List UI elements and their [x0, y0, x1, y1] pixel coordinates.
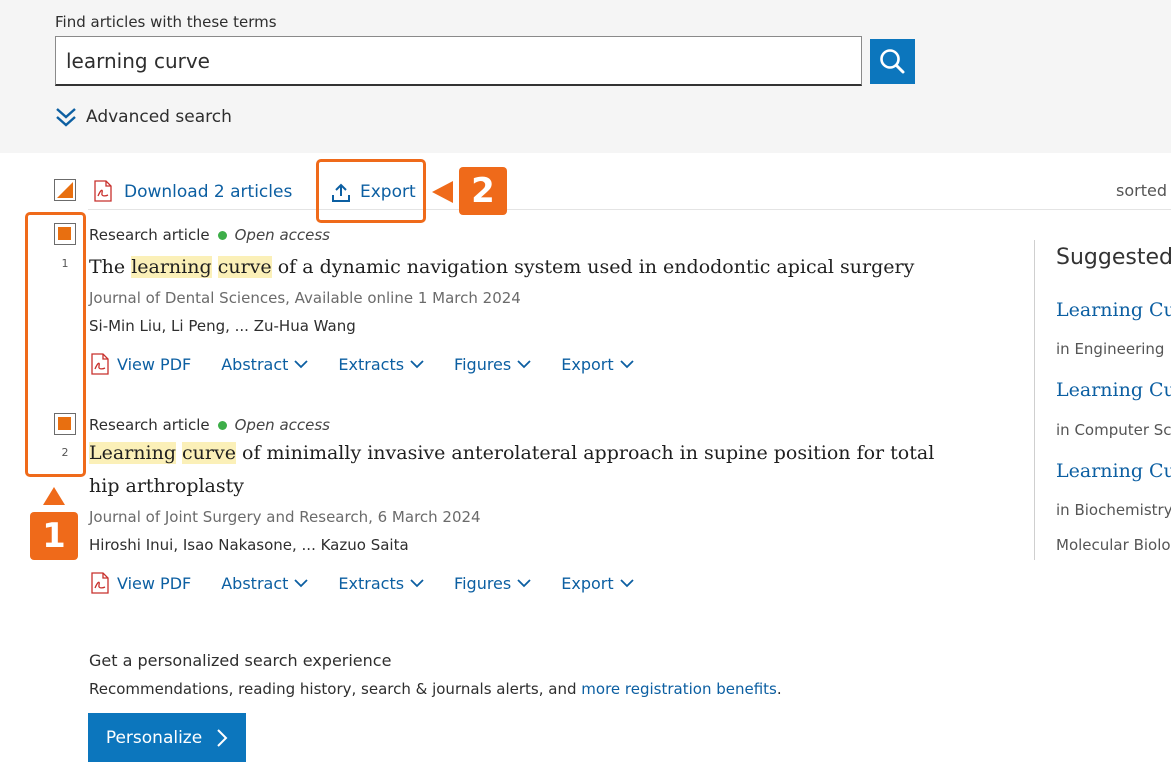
result-journal[interactable]: Journal of Joint Surgery and Research, 6… — [89, 508, 481, 526]
chevron-down-icon — [619, 579, 634, 588]
title-text — [212, 256, 218, 278]
chevron-right-icon — [217, 728, 228, 747]
figures-toggle[interactable]: Figures — [454, 355, 531, 374]
view-pdf-label: View PDF — [117, 573, 192, 593]
view-pdf-link[interactable]: View PDF — [89, 572, 191, 594]
chevron-down-icon — [410, 579, 424, 588]
suggested-topic-category: in Computer Sci — [1056, 421, 1171, 439]
article-type: Research article — [89, 416, 210, 434]
double-chevron-down-icon[interactable] — [55, 106, 77, 128]
figures-label: Figures — [454, 573, 512, 593]
search-input[interactable] — [55, 36, 862, 86]
result-authors: Si-Min Liu, Li Peng, ... Zu-Hua Wang — [89, 317, 356, 335]
view-pdf-link[interactable]: View PDF — [89, 353, 191, 375]
result-meta: Research article Open access — [89, 226, 330, 244]
search-label: Find articles with these terms — [55, 13, 277, 31]
result-title[interactable]: The learning curve of a dynamic navigati… — [89, 251, 989, 284]
suggested-topic-link[interactable]: Learning Cur — [1056, 460, 1171, 482]
title-highlight: curve — [217, 256, 272, 278]
result-actions: View PDF Abstract Extracts Figures Expor… — [89, 353, 664, 375]
personalize-text-end: . — [776, 680, 782, 698]
abstract-label: Abstract — [221, 354, 289, 374]
result-meta: Research article Open access — [89, 416, 330, 434]
pdf-icon — [91, 353, 109, 375]
export-label: Export — [561, 354, 614, 374]
extracts-toggle[interactable]: Extracts — [338, 355, 424, 374]
article-type: Research article — [89, 226, 210, 244]
suggested-topic-category: in Biochemistry, — [1056, 501, 1171, 519]
title-highlight: Learning — [89, 442, 176, 464]
sidebar-divider — [1034, 240, 1035, 560]
personalize-description: Recommendations, reading history, search… — [89, 680, 582, 698]
export-toggle[interactable]: Export — [561, 354, 634, 374]
callout-badge-2: 2 — [459, 167, 507, 215]
result-journal[interactable]: Journal of Dental Sciences, Available on… — [89, 289, 521, 307]
pdf-icon — [91, 572, 109, 594]
result-checkbox[interactable] — [54, 223, 76, 245]
open-access-label: Open access — [234, 226, 331, 244]
title-text: The — [89, 256, 132, 278]
callout-arrow-left — [432, 181, 453, 203]
abstract-toggle[interactable]: Abstract — [221, 354, 309, 374]
result-actions: View PDF Abstract Extracts Figures Expor… — [89, 572, 664, 594]
abstract-toggle[interactable]: Abstract — [221, 573, 309, 593]
chevron-down-icon — [410, 360, 424, 369]
chevron-down-icon — [294, 579, 309, 588]
toolbar-divider — [88, 209, 1171, 210]
suggested-topic-link[interactable]: Learning Cur — [1056, 299, 1171, 321]
open-access-dot-icon — [217, 420, 227, 430]
view-pdf-label: View PDF — [117, 354, 192, 374]
result-title[interactable]: Learning curve of minimally invasive ant… — [89, 437, 949, 503]
registration-benefits-link[interactable]: more registration benefits — [581, 680, 777, 698]
title-text: of a dynamic navigation system used in e… — [271, 256, 915, 278]
pdf-icon[interactable] — [92, 180, 114, 202]
extracts-toggle[interactable]: Extracts — [338, 574, 424, 593]
sort-label[interactable]: sorted — [1116, 181, 1167, 200]
suggested-topic-category: Molecular Biolo — [1056, 536, 1171, 554]
export-callout-frame — [316, 159, 426, 223]
advanced-search-link[interactable]: Advanced search — [86, 107, 232, 127]
select-all-checkbox[interactable] — [54, 179, 76, 201]
abstract-label: Abstract — [221, 573, 289, 593]
download-articles-link[interactable]: Download 2 articles — [124, 182, 292, 202]
suggested-topic-category: in Engineering — [1056, 340, 1165, 358]
title-highlight: learning — [131, 256, 212, 278]
result-number: 1 — [61, 257, 69, 270]
chevron-down-icon — [619, 360, 634, 369]
extracts-label: Extracts — [338, 354, 405, 374]
search-button[interactable] — [870, 39, 915, 84]
checkbox-checked-mark — [58, 417, 71, 430]
title-highlight: curve — [182, 442, 236, 464]
personalize-heading: Get a personalized search experience — [89, 651, 392, 670]
result-checkbox[interactable] — [54, 413, 76, 435]
figures-toggle[interactable]: Figures — [454, 574, 531, 593]
personalize-text: Recommendations, reading history, search… — [89, 680, 782, 698]
chevron-down-icon — [517, 579, 531, 588]
export-toggle[interactable]: Export — [561, 573, 634, 593]
suggested-topic-link[interactable]: Learning Cur — [1056, 379, 1171, 401]
chevron-down-icon — [294, 360, 309, 369]
open-access-label: Open access — [234, 416, 331, 434]
partial-selection-indicator — [57, 182, 73, 198]
export-label: Export — [561, 573, 614, 593]
extracts-label: Extracts — [338, 573, 405, 593]
checkbox-callout-frame — [25, 212, 86, 477]
figures-label: Figures — [454, 354, 512, 374]
suggested-heading: Suggested — [1056, 245, 1171, 270]
callout-arrow-up — [43, 487, 65, 505]
callout-badge-1: 1 — [30, 512, 78, 560]
personalize-button[interactable]: Personalize — [88, 713, 246, 762]
open-access-dot-icon — [217, 230, 227, 240]
personalize-button-label: Personalize — [105, 727, 203, 748]
result-number: 2 — [61, 446, 69, 459]
chevron-down-icon — [517, 360, 531, 369]
search-icon — [880, 49, 905, 74]
checkbox-checked-mark — [58, 227, 71, 240]
result-authors: Hiroshi Inui, Isao Nakasone, ... Kazuo S… — [89, 536, 409, 554]
